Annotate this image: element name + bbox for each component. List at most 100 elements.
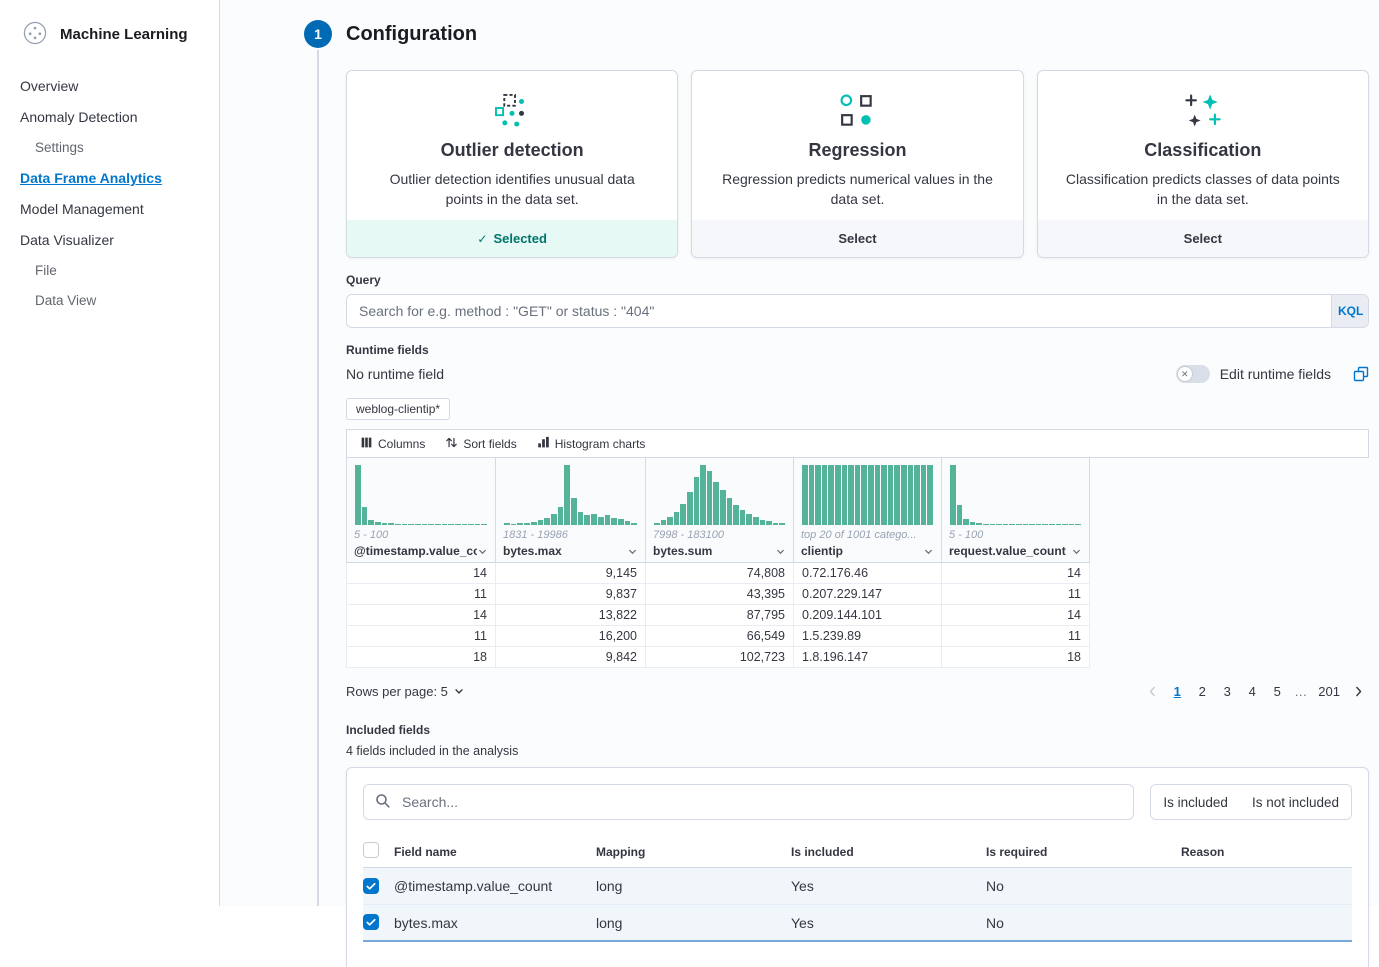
- toggle-off-x-icon: ✕: [1177, 366, 1193, 382]
- grid-cell: 14: [347, 605, 496, 626]
- chevron-down-icon[interactable]: [1071, 546, 1082, 557]
- card-title: Regression: [714, 140, 1000, 161]
- next-page-button[interactable]: [1348, 685, 1369, 698]
- grid-cell: 11: [347, 584, 496, 605]
- chevron-down-icon[interactable]: [923, 546, 934, 557]
- page-5-button[interactable]: 5: [1266, 679, 1288, 703]
- query-bar: KQL: [346, 294, 1369, 328]
- sidebar: Machine Learning OverviewAnomaly Detecti…: [0, 0, 220, 906]
- fields-table: Field nameMappingIs includedIs requiredR…: [363, 836, 1352, 942]
- sort-icon: [445, 436, 458, 452]
- sidebar-item-data-frame-analytics[interactable]: Data Frame Analytics: [0, 163, 219, 194]
- column-histogram: [503, 463, 638, 525]
- select-all-checkbox[interactable]: [363, 842, 379, 858]
- grid-cell: 66,549: [646, 626, 794, 647]
- field-field-name: @timestamp.value_count: [394, 878, 596, 894]
- grid-cell: 1.8.196.147: [794, 647, 942, 668]
- grid-row: 1413,82287,7950.209.144.10114: [346, 605, 1090, 626]
- grid-column-header-clientip[interactable]: top 20 of 1001 catego...clientip: [794, 458, 942, 563]
- sidebar-item-settings[interactable]: Settings: [0, 133, 219, 163]
- data-grid-toolbar: Columns Sort fields Histogram charts: [346, 429, 1369, 458]
- field-checkbox[interactable]: [363, 914, 379, 930]
- runtime-fields-status: No runtime field: [346, 366, 444, 382]
- sidebar-item-data-visualizer[interactable]: Data Visualizer: [0, 225, 219, 256]
- main-content: 1 Configuration Outlier detectionOutlier…: [220, 0, 1379, 906]
- selected-indicator[interactable]: ✓Selected: [347, 220, 677, 257]
- copy-icon[interactable]: [1353, 366, 1369, 382]
- rows-per-page-button[interactable]: Rows per page: 5: [346, 684, 465, 699]
- pagination: 12345…201: [1142, 679, 1369, 703]
- previous-page-button[interactable]: [1142, 685, 1163, 698]
- chevron-down-icon[interactable]: [477, 546, 488, 557]
- runtime-fields-label: Runtime fields: [346, 343, 1369, 357]
- chevron-down-icon[interactable]: [627, 546, 638, 557]
- sidebar-item-overview[interactable]: Overview: [0, 71, 219, 102]
- sidebar-item-file[interactable]: File: [0, 256, 219, 286]
- grid-column-header-timestamp-value-cou[interactable]: 5 - 100@timestamp.value_cou: [347, 458, 496, 563]
- column-name: bytes.max: [503, 544, 562, 558]
- grid-cell: 43,395: [646, 584, 794, 605]
- step-number-badge: 1: [304, 20, 332, 48]
- job-type-card-outlier-detection[interactable]: Outlier detectionOutlier detection ident…: [346, 70, 678, 258]
- select-button-classification[interactable]: Select: [1038, 220, 1368, 257]
- pagination-ellipsis: …: [1291, 684, 1310, 699]
- query-input[interactable]: [347, 295, 1331, 327]
- field-mapping: long: [596, 878, 791, 894]
- sidebar-item-data-view[interactable]: Data View: [0, 286, 219, 316]
- job-type-card-regression[interactable]: RegressionRegression predicts numerical …: [691, 70, 1023, 258]
- kql-button[interactable]: KQL: [1331, 295, 1368, 327]
- machine-learning-logo-icon: [22, 20, 48, 49]
- page-201-button[interactable]: 201: [1313, 679, 1345, 703]
- card-description: Classification predicts classes of data …: [1060, 170, 1346, 209]
- grid-row: 1116,20066,5491.5.239.8911: [346, 626, 1090, 647]
- column-histogram: [354, 463, 488, 525]
- select-button-regression[interactable]: Select: [692, 220, 1022, 257]
- card-body: RegressionRegression predicts numerical …: [692, 71, 1022, 220]
- card-footer-label: Selected: [493, 231, 546, 246]
- index-pattern-chip: weblog-clientip*: [346, 398, 450, 420]
- field-mapping: long: [596, 915, 791, 931]
- histogram-charts-button[interactable]: Histogram charts: [530, 436, 653, 452]
- grid-column-header-request-value-count[interactable]: 5 - 100request.value_count: [942, 458, 1090, 563]
- grid-cell: 9,842: [496, 647, 646, 668]
- filter-button-is-not-included[interactable]: Is not included: [1240, 785, 1351, 819]
- page-3-button[interactable]: 3: [1216, 679, 1238, 703]
- edit-runtime-fields-toggle[interactable]: ✕: [1176, 365, 1210, 383]
- step-connector-line: [317, 50, 319, 906]
- column-histogram: [801, 463, 934, 525]
- chevron-down-icon[interactable]: [775, 546, 786, 557]
- grid-cell: 18: [347, 647, 496, 668]
- edit-runtime-fields-toggle-label: Edit runtime fields: [1220, 366, 1331, 382]
- included-fields-subtitle: 4 fields included in the analysis: [346, 744, 1369, 758]
- job-type-card-classification[interactable]: ClassificationClassification predicts cl…: [1037, 70, 1369, 258]
- field-is-required: No: [986, 915, 1181, 931]
- grid-cell: 1.5.239.89: [794, 626, 942, 647]
- page-4-button[interactable]: 4: [1241, 679, 1263, 703]
- card-body: Outlier detectionOutlier detection ident…: [347, 71, 677, 220]
- grid-cell: 0.209.144.101: [794, 605, 942, 626]
- sort-fields-button[interactable]: Sort fields: [438, 436, 523, 452]
- fields-filter-group: Is includedIs not included: [1150, 784, 1352, 820]
- page-2-button[interactable]: 2: [1191, 679, 1213, 703]
- app-title: Machine Learning: [60, 26, 188, 43]
- chevron-down-icon: [453, 685, 465, 697]
- configuration-step: Configuration Outlier detectionOutlier d…: [346, 0, 1369, 967]
- sidebar-nav: OverviewAnomaly DetectionSettingsData Fr…: [0, 71, 219, 316]
- columns-button[interactable]: Columns: [353, 436, 432, 452]
- fields-search-box: [363, 784, 1134, 820]
- fields-search-input[interactable]: [400, 793, 1122, 811]
- page-1-button[interactable]: 1: [1166, 679, 1188, 703]
- field-checkbox[interactable]: [363, 878, 379, 894]
- grid-cell: 11: [942, 584, 1090, 605]
- toolbar-button-label: Sort fields: [463, 437, 516, 451]
- grid-cell: 0.207.229.147: [794, 584, 942, 605]
- grid-cell: 14: [347, 563, 496, 584]
- grid-cell: 74,808: [646, 563, 794, 584]
- rows-per-page-label: Rows per page: 5: [346, 684, 448, 699]
- sidebar-item-anomaly-detection[interactable]: Anomaly Detection: [0, 102, 219, 133]
- filter-button-is-included[interactable]: Is included: [1151, 785, 1240, 819]
- sidebar-item-model-management[interactable]: Model Management: [0, 194, 219, 225]
- grid-column-header-bytes-sum[interactable]: 7998 - 183100bytes.sum: [646, 458, 794, 563]
- grid-column-header-bytes-max[interactable]: 1831 - 19986bytes.max: [496, 458, 646, 563]
- histogram-icon: [537, 436, 550, 452]
